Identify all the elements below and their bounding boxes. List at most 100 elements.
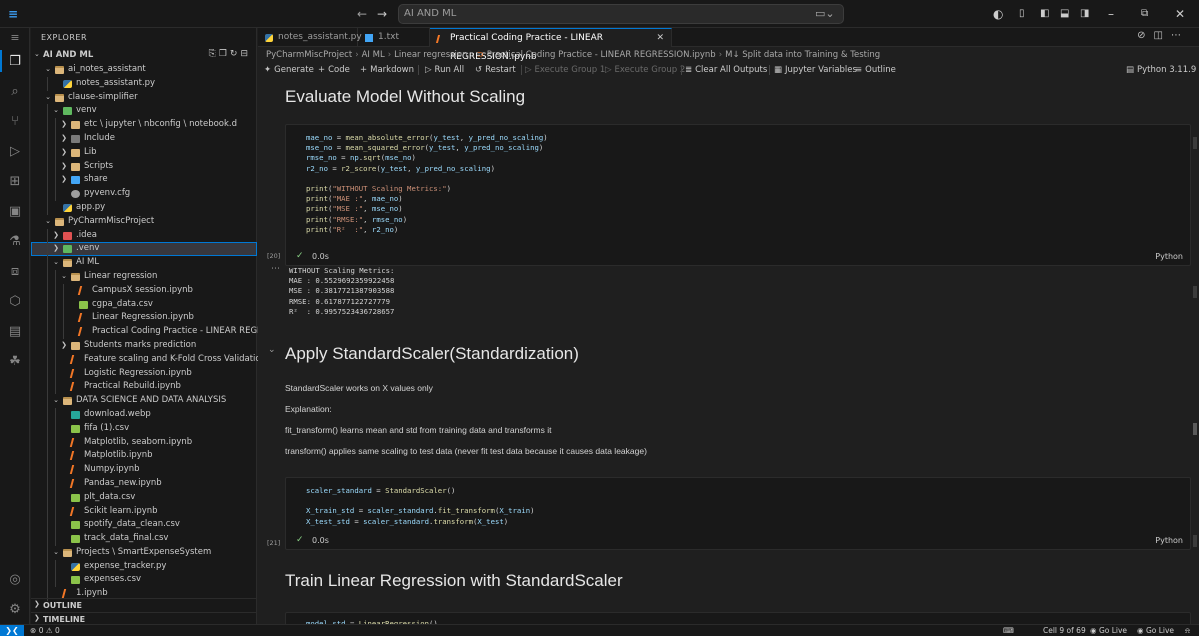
command-center-search[interactable]: AI AND ML ▭⌄	[398, 4, 844, 24]
package-icon[interactable]: ⬡	[6, 292, 24, 310]
tree-item[interactable]: ❯ Students marks prediction	[31, 338, 257, 353]
minimize-icon[interactable]: –	[1108, 6, 1114, 22]
clear-all-outputs-button[interactable]: ≣ Clear All Outputs	[685, 62, 767, 78]
tree-item[interactable]: ⌄ AI ML	[31, 256, 257, 270]
code-editor[interactable]: mae_no = mean_absolute_error(y_test, y_p…	[306, 133, 548, 235]
output-more-icon[interactable]: ⋯	[271, 264, 280, 274]
breadcrumb-item[interactable]: M↓ Split data into Training & Testing	[725, 50, 880, 60]
explorer-icon[interactable]: ❐	[6, 52, 24, 70]
restart-button[interactable]: ↺ Restart	[475, 62, 516, 78]
tab-1-txt[interactable]: 1.txt	[358, 28, 430, 47]
tree-item[interactable]: ⌄ ai_notes_assistant	[31, 63, 257, 77]
add-code-button[interactable]: + Code	[318, 62, 350, 78]
errors-indicator[interactable]: ⊗ 0 ⚠ 0	[30, 625, 60, 636]
new-folder-icon[interactable]: ❐	[219, 49, 230, 59]
markdown-heading-evaluate[interactable]: Evaluate Model Without Scaling	[285, 87, 525, 107]
chat-icon[interactable]: ▭⌄	[815, 7, 835, 20]
search-icon[interactable]: ⌕	[6, 82, 24, 100]
more-actions-icon[interactable]: ⋯	[1171, 30, 1189, 41]
tree-item[interactable]: ❯ Lib	[31, 145, 257, 160]
tree-item[interactable]: ❯ etc \ jupyter \ nbconfig \ notebook.d	[31, 118, 257, 132]
collapse-all-icon[interactable]: ⊟	[240, 49, 251, 59]
extensions-icon[interactable]: ⊞	[6, 172, 24, 190]
tree-item[interactable]: cgpa_data.csv	[31, 297, 257, 312]
tree-item[interactable]: expenses.csv	[31, 573, 257, 588]
tab-notes-assistant[interactable]: notes_assistant.py	[258, 28, 362, 47]
tree-item[interactable]: Linear Regression.ipynb	[31, 311, 257, 326]
tree-item[interactable]: ⌄ PyCharmMiscProject	[31, 215, 257, 229]
toggle-secondary-icon[interactable]: ◨	[1080, 6, 1089, 22]
tree-item[interactable]: ⌄ DATA SCIENCE AND DATA ANALYSIS	[31, 394, 257, 408]
close-window-icon[interactable]: ✕	[1175, 6, 1185, 22]
code-cell-21[interactable]: scaler_standard = StandardScaler() X_tra…	[285, 477, 1191, 550]
breadcrumb-item[interactable]: AI ML	[362, 50, 385, 60]
breadcrumb-item[interactable]: Linear regression	[394, 50, 467, 60]
jupyter-icon[interactable]: ▤	[6, 322, 24, 340]
run-debug-icon[interactable]: ▷	[6, 142, 24, 160]
cell-language[interactable]: Python	[1155, 536, 1183, 545]
tree-item[interactable]: app.py	[31, 200, 257, 215]
tree-item[interactable]: expense_tracker.py	[31, 559, 257, 574]
tree-item[interactable]: ❯ .idea	[31, 228, 257, 243]
execute-group-1-button[interactable]: ▷ Execute Group 1	[525, 62, 605, 78]
tab-practical-coding-practice[interactable]: Practical Coding Practice - LINEAR REGRE…	[430, 28, 672, 62]
tree-item[interactable]: ⌄ venv	[31, 104, 257, 119]
tree-item[interactable]: ❯ Scripts	[31, 159, 257, 174]
jupyter-variables-button[interactable]: ▦ Jupyter Variables	[774, 62, 857, 78]
tree-item[interactable]: track_data_final.csv	[31, 532, 257, 546]
go-live-button-2[interactable]: ◉ Go Live	[1137, 625, 1174, 636]
tree-item[interactable]: ⌄ clause-simplifier	[31, 91, 257, 105]
tree-item[interactable]: Logistic Regression.ipynb	[31, 366, 257, 381]
forward-arrow-icon[interactable]: →	[377, 6, 387, 22]
tree-item[interactable]: notes_assistant.py	[31, 76, 257, 91]
tree-item[interactable]: pyvenv.cfg	[31, 187, 257, 201]
split-editor-icon[interactable]: ◫	[1154, 30, 1171, 41]
tree-item[interactable]: Pandas_new.ipynb	[31, 476, 257, 491]
new-file-icon[interactable]: ⎘	[209, 49, 219, 59]
layout-panel-icon[interactable]: ▯	[1019, 6, 1025, 22]
outline-section[interactable]: ❯ OUTLINE	[31, 598, 257, 612]
testing-icon[interactable]: ⚗	[6, 232, 24, 250]
outline-button[interactable]: ≡ Outline	[855, 62, 896, 78]
go-live-button[interactable]: ◉ Go Live	[1090, 625, 1127, 636]
menu-icon[interactable]: ≡	[6, 28, 24, 46]
tree-item[interactable]: ⌄ Linear regression	[31, 269, 257, 284]
breadcrumb-item[interactable]: PyCharmMiscProject	[266, 50, 352, 60]
tree-item[interactable]: ❯ share	[31, 173, 257, 188]
back-arrow-icon[interactable]: ←	[357, 6, 367, 22]
notebook-scrollbar[interactable]	[1189, 79, 1199, 624]
cell-position[interactable]: Cell 9 of 69	[1043, 625, 1086, 636]
markdown-heading-train[interactable]: Train Linear Regression with StandardSca…	[285, 571, 623, 591]
notifications-bell-icon[interactable]: ⍾	[1185, 625, 1190, 636]
toggle-sidebar-icon[interactable]: ◧	[1040, 6, 1049, 22]
code-editor[interactable]: scaler_standard = StandardScaler() X_tra…	[306, 486, 535, 527]
remote-explorer-icon[interactable]: ▣	[6, 202, 24, 220]
tree-item[interactable]: download.webp	[31, 407, 257, 422]
containers-icon[interactable]: ⧈	[6, 262, 24, 280]
code-cell-next[interactable]: model_std = LinearRegression()	[285, 612, 1191, 624]
tree-item[interactable]: ❯ .venv	[31, 242, 257, 257]
tree-item[interactable]: Feature scaling and K-Fold Cross Validat…	[31, 352, 292, 367]
cell-language[interactable]: Python	[1155, 252, 1183, 261]
explorer-root-folder[interactable]: ⌄ AI AND ML ⎘❐↻⊟	[31, 49, 257, 63]
python-icon[interactable]: ☘	[6, 352, 24, 370]
tree-item[interactable]: ⌄ Projects \ SmartExpenseSystem	[31, 545, 257, 560]
code-cell-20[interactable]: mae_no = mean_absolute_error(y_test, y_p…	[285, 124, 1191, 266]
copilot-icon[interactable]: ◐	[993, 6, 1003, 22]
tree-item[interactable]: Matplotlib.ipynb	[31, 449, 257, 464]
generate-button[interactable]: ✦ Generate	[264, 62, 314, 78]
scroll-thumb[interactable]	[1193, 423, 1197, 435]
tree-item[interactable]: Practical Rebuild.ipynb	[31, 380, 257, 395]
tree-item[interactable]: Practical Coding Practice - LINEAR REGRE…	[31, 325, 303, 339]
run-all-button[interactable]: ▷ Run All	[425, 62, 464, 78]
add-markdown-button[interactable]: + Markdown	[360, 62, 414, 78]
tree-item[interactable]: plt_data.csv	[31, 490, 257, 505]
no-bell-icon[interactable]: ⊘	[1137, 30, 1153, 41]
remote-indicator-icon[interactable]: ❯❮	[0, 625, 24, 636]
tree-item[interactable]: fifa (1).csv	[31, 421, 257, 436]
close-tab-icon[interactable]: ✕	[656, 29, 664, 48]
toggle-panel-icon[interactable]: ⬓	[1060, 6, 1069, 22]
restore-icon[interactable]: ⧉	[1141, 6, 1148, 22]
breadcrumb-item[interactable]: Practical Coding Practice - LINEAR REGRE…	[487, 50, 716, 60]
source-control-icon[interactable]: ⑂	[6, 112, 24, 130]
